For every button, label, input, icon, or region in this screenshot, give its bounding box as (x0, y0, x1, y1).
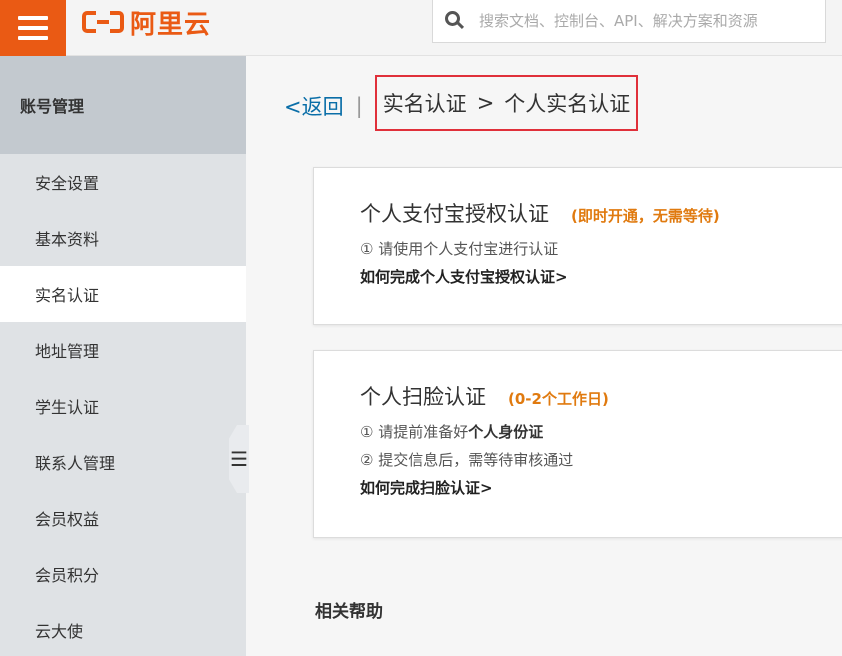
hamburger-menu-icon[interactable] (0, 0, 66, 56)
card-title: 个人扫脸认证 (360, 385, 486, 409)
menu-collapse-icon: ☰ (230, 447, 248, 471)
card-instruction: ① 请使用个人支付宝进行认证 (360, 240, 559, 258)
sidebar-item-real-name-auth[interactable]: 实名认证 (0, 266, 246, 322)
alipay-auth-card[interactable]: 个人支付宝授权认证 (即时开通，无需等待) ① 请使用个人支付宝进行认证 如何完… (313, 167, 842, 325)
card-instruction: ② 提交信息后，需等待审核通过 (360, 451, 574, 469)
card-note: (即时开通，无需等待) (571, 207, 720, 225)
aliyun-logo-icon (82, 9, 124, 35)
sidebar-item-basic-info[interactable]: 基本资料 (0, 210, 246, 266)
sidebar-item-member-points[interactable]: 会员积分 (0, 546, 246, 602)
related-help-title: 相关帮助 (315, 602, 383, 622)
alipay-auth-help-link[interactable]: 如何完成个人支付宝授权认证> (360, 266, 842, 286)
top-navigation-bar: 阿里云 (0, 0, 842, 56)
face-scan-help-link[interactable]: 如何完成扫脸认证> (360, 477, 842, 497)
card-instruction: ① 请提前准备好个人身份证 (360, 423, 544, 441)
sidebar-item-cloud-ambassador[interactable]: 云大使 (0, 602, 246, 656)
sidebar-item-security[interactable]: 安全设置 (0, 154, 246, 210)
search-bar[interactable] (432, 0, 826, 43)
logo-text: 阿里云 (130, 9, 212, 40)
breadcrumb-sub: 个人实名认证 (504, 92, 631, 116)
back-link[interactable]: <返回 (284, 91, 344, 121)
breadcrumb-separator: | (355, 94, 363, 118)
sidebar: 账号管理 安全设置 基本资料 实名认证 地址管理 学生认证 联系人管理 会员权益… (0, 56, 246, 656)
search-icon[interactable] (445, 11, 465, 31)
sidebar-item-contacts[interactable]: 联系人管理 (0, 434, 246, 490)
breadcrumb-highlight-box: 实名认证 > 个人实名认证 (374, 75, 639, 131)
breadcrumb-arrow: > (476, 91, 495, 115)
aliyun-logo[interactable]: 阿里云 (82, 7, 211, 40)
breadcrumb: <返回 | 实名认证 > 个人实名认证 (284, 75, 639, 131)
sidebar-header: 账号管理 (0, 56, 246, 154)
face-scan-auth-card[interactable]: 个人扫脸认证 (0-2个工作日) ① 请提前准备好个人身份证 ② 提交信息后，需… (313, 350, 842, 538)
card-title: 个人支付宝授权认证 (360, 202, 549, 226)
sidebar-collapse-handle[interactable]: ☰ (229, 425, 249, 493)
card-note: (0-2个工作日) (508, 390, 609, 408)
breadcrumb-current[interactable]: 实名认证 (383, 88, 467, 118)
sidebar-item-student-auth[interactable]: 学生认证 (0, 378, 246, 434)
sidebar-item-address[interactable]: 地址管理 (0, 322, 246, 378)
search-input[interactable] (479, 12, 819, 30)
sidebar-item-member-benefits[interactable]: 会员权益 (0, 490, 246, 546)
